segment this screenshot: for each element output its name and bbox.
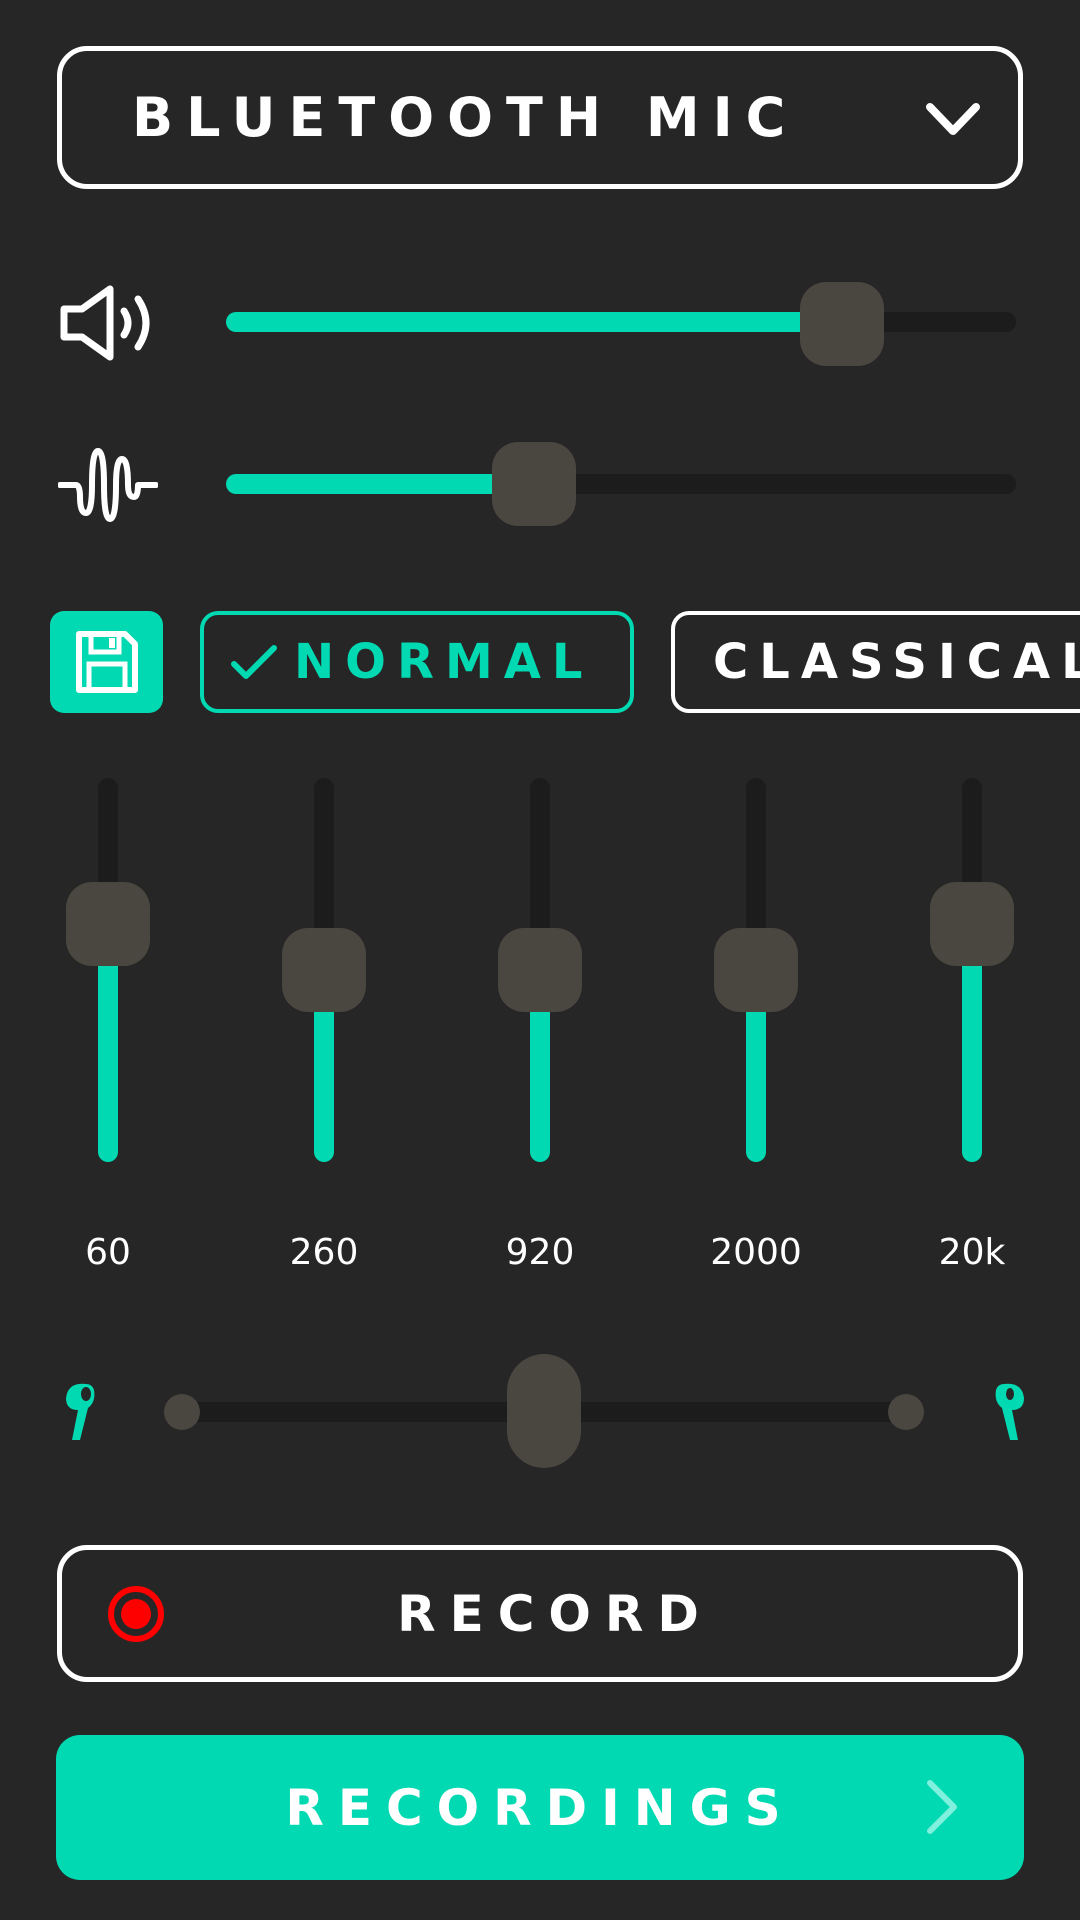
eq-band-2000[interactable] [706,728,806,1212]
balance-left-stop [164,1394,200,1430]
equalizer: 60 260 920 2000 20k [0,0,1080,1300]
eq-band-260[interactable] [274,728,374,1212]
eq-band-thumb[interactable] [714,928,798,1012]
eq-band-thumb[interactable] [282,928,366,1012]
recordings-label: RECORDINGS [285,1778,795,1837]
record-label: RECORD [397,1584,713,1643]
eq-band-20k[interactable] [922,728,1022,1212]
eq-band-label: 920 [505,1232,575,1273]
earbud-left-icon [66,1383,95,1440]
recordings-button[interactable]: RECORDINGS [56,1735,1024,1880]
balance-right-stop [888,1394,924,1430]
earbud-right-icon [995,1383,1024,1440]
balance-thumb[interactable] [507,1354,581,1468]
eq-band-thumb[interactable] [66,881,150,966]
eq-band-thumb[interactable] [930,881,1014,966]
eq-band-label: 60 [85,1232,131,1273]
chevron-right-icon [927,1780,957,1834]
balance-slider[interactable] [164,1352,924,1472]
record-button[interactable]: RECORD [57,1545,1023,1682]
eq-band-60[interactable] [58,728,158,1212]
eq-band-label: 260 [289,1232,359,1273]
eq-band-label: 20k [938,1232,1006,1273]
eq-band-thumb[interactable] [498,928,582,1012]
eq-band-label: 2000 [710,1232,802,1273]
eq-band-920[interactable] [490,728,590,1212]
